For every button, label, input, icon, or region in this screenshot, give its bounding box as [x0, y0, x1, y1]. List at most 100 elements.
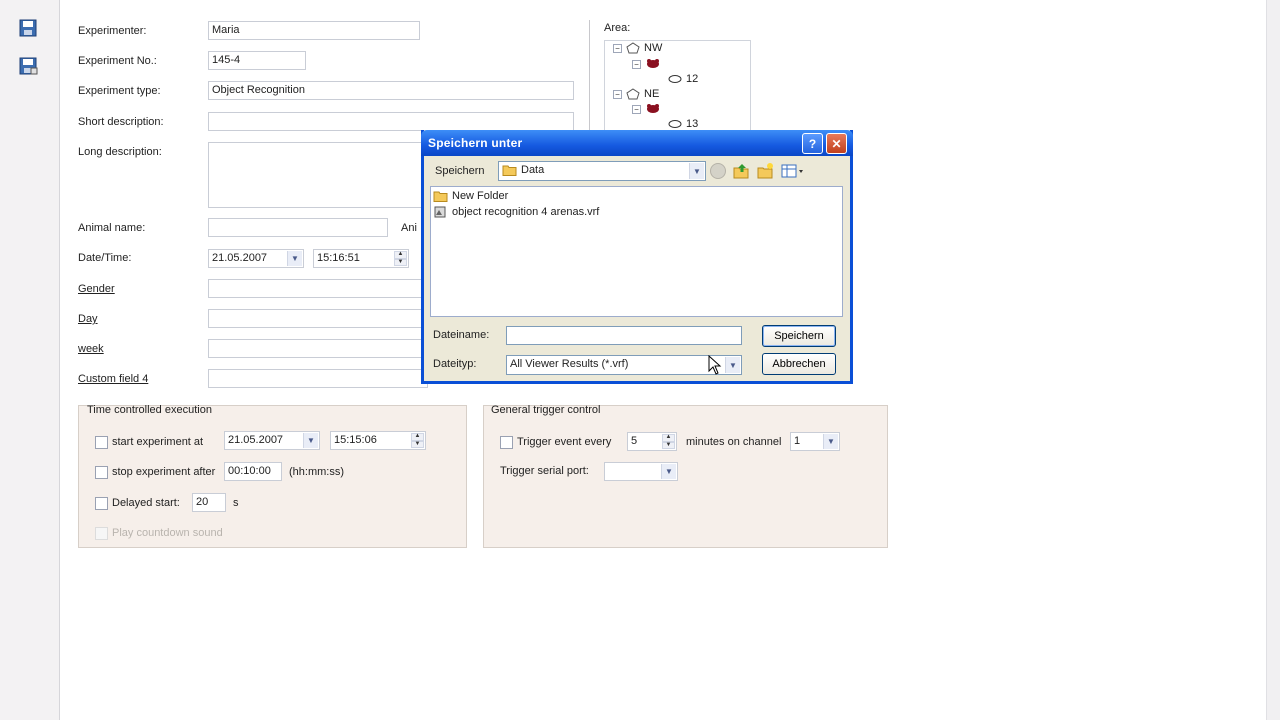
- animal-name-field[interactable]: [208, 218, 388, 237]
- date-picker[interactable]: 21.05.2007 ▼: [208, 249, 304, 268]
- animal-icon: [647, 104, 659, 113]
- start-date-picker[interactable]: 21.05.2007 ▼: [224, 431, 320, 450]
- time-control-title: Time controlled execution: [87, 404, 212, 416]
- experimenter-field[interactable]: Maria: [208, 21, 420, 40]
- file-item-vrf[interactable]: object recognition 4 arenas.vrf: [433, 206, 599, 218]
- countdown-sound-label: Play countdown sound: [112, 527, 223, 539]
- start-date-value: 21.05.2007: [228, 434, 284, 446]
- gender-field[interactable]: [208, 279, 428, 298]
- time-picker[interactable]: 15:16:51 ▲ ▼: [313, 249, 409, 268]
- spin-icon[interactable]: ▲ ▼: [394, 251, 407, 266]
- filename-field[interactable]: [506, 326, 742, 345]
- tree-leaf-12[interactable]: 12: [668, 73, 698, 85]
- spin-icon[interactable]: ▲ ▼: [662, 434, 675, 449]
- experiment-type-field[interactable]: Object Recognition: [208, 81, 574, 100]
- collapse-icon[interactable]: −: [613, 43, 622, 53]
- chevron-down-icon[interactable]: ▼: [725, 357, 740, 373]
- serial-port-select[interactable]: ▼: [604, 462, 678, 481]
- trigger-event-label: Trigger event every: [517, 436, 612, 448]
- delayed-start-checkbox[interactable]: [95, 497, 108, 510]
- collapse-icon[interactable]: −: [632, 104, 641, 114]
- chevron-down-icon[interactable]: ▼: [287, 251, 302, 266]
- experiment-no-field[interactable]: 145-4: [208, 51, 306, 70]
- tree-node-ne[interactable]: − NE: [613, 88, 659, 100]
- chevron-down-icon[interactable]: ▼: [689, 163, 704, 179]
- view-menu-icon[interactable]: [781, 163, 805, 179]
- trigger-event-checkbox[interactable]: [500, 436, 513, 449]
- short-description-field[interactable]: [208, 112, 574, 131]
- collapse-icon[interactable]: −: [632, 59, 641, 69]
- folder-icon: [502, 165, 517, 176]
- save-as-icon[interactable]: [17, 55, 39, 77]
- tree-node-animal[interactable]: −: [632, 103, 661, 115]
- file-name: New Folder: [452, 190, 509, 202]
- up-folder-icon[interactable]: [732, 162, 750, 180]
- channel-select[interactable]: 1 ▼: [790, 432, 840, 451]
- trigger-interval-value: 5: [631, 435, 638, 447]
- help-button[interactable]: ?: [802, 133, 823, 154]
- animal-name-label: Animal name:: [78, 222, 146, 234]
- filetype-select[interactable]: All Viewer Results (*.vrf) ▼: [506, 355, 742, 375]
- chevron-down-icon[interactable]: ▼: [823, 434, 838, 449]
- chevron-down-icon[interactable]: ▼: [661, 464, 676, 479]
- tree-leaf-label: 13: [686, 118, 699, 130]
- folder-icon: [433, 191, 448, 202]
- vrf-file-icon: [434, 206, 446, 218]
- custom-field-4-label[interactable]: Custom field 4: [78, 373, 148, 385]
- filetype-value: All Viewer Results (*.vrf): [510, 358, 629, 370]
- stop-duration-field[interactable]: 00:10:00: [224, 462, 282, 481]
- custom-field-4-field[interactable]: [208, 369, 428, 388]
- tree-leaf-13[interactable]: 13: [668, 118, 698, 130]
- object-icon: [668, 120, 682, 128]
- mouse-cursor-icon: [708, 354, 722, 375]
- datetime-label: Date/Time:: [78, 252, 132, 264]
- back-icon[interactable]: [710, 163, 726, 179]
- trigger-interval-field[interactable]: 5 ▲ ▼: [627, 432, 677, 451]
- tree-leaf-label: 12: [686, 73, 699, 85]
- experiment-no-label: Experiment No.:: [78, 55, 157, 67]
- spin-icon[interactable]: ▲ ▼: [411, 433, 424, 448]
- save-button[interactable]: Speichern: [762, 325, 836, 347]
- gender-label[interactable]: Gender: [78, 283, 115, 295]
- experiment-type-label: Experiment type:: [78, 85, 161, 97]
- save-in-select[interactable]: Data ▼: [498, 161, 706, 181]
- short-description-label: Short description:: [78, 116, 164, 128]
- week-label[interactable]: week: [78, 343, 104, 355]
- save-icon[interactable]: [17, 17, 39, 39]
- tree-node-label: NW: [644, 42, 663, 54]
- file-name: object recognition 4 arenas.vrf: [452, 206, 600, 218]
- filename-label: Dateiname:: [433, 329, 490, 341]
- close-button[interactable]: ✕: [826, 133, 847, 154]
- start-time-value: 15:15:06: [334, 434, 377, 446]
- save-in-label: Speichern: [435, 165, 485, 177]
- cancel-button[interactable]: Abbrechen: [762, 353, 836, 375]
- collapse-icon[interactable]: −: [613, 89, 622, 99]
- trigger-control-title: General trigger control: [491, 404, 601, 416]
- chevron-down-icon[interactable]: ▼: [303, 433, 318, 448]
- filetype-label: Dateityp:: [433, 358, 477, 370]
- start-time-picker[interactable]: 15:15:06 ▲ ▼: [330, 431, 426, 450]
- channel-value: 1: [794, 435, 801, 447]
- pentagon-icon: [626, 88, 640, 100]
- delayed-unit-label: s: [233, 497, 239, 509]
- tree-node-label: NE: [644, 88, 660, 100]
- day-label[interactable]: Day: [78, 313, 98, 325]
- tree-node-animal[interactable]: −: [632, 58, 661, 70]
- new-folder-icon[interactable]: [756, 162, 774, 180]
- animal-icon: [647, 59, 659, 68]
- divider: [589, 20, 590, 130]
- current-folder: Data: [521, 164, 545, 176]
- file-item-folder[interactable]: New Folder: [433, 190, 508, 202]
- area-label: Area:: [604, 22, 631, 34]
- day-field[interactable]: [208, 309, 428, 328]
- dialog-title: Speichern unter: [428, 136, 523, 150]
- week-field[interactable]: [208, 339, 428, 358]
- delayed-start-field[interactable]: 20: [192, 493, 226, 512]
- left-toolbar: [0, 0, 60, 720]
- countdown-sound-checkbox[interactable]: [95, 527, 108, 540]
- tree-node-nw[interactable]: − NW: [613, 42, 662, 54]
- animal-partial-label: Ani: [401, 222, 417, 234]
- stop-experiment-checkbox[interactable]: [95, 466, 108, 479]
- stop-format-label: (hh:mm:ss): [289, 466, 344, 478]
- start-experiment-checkbox[interactable]: [95, 436, 108, 449]
